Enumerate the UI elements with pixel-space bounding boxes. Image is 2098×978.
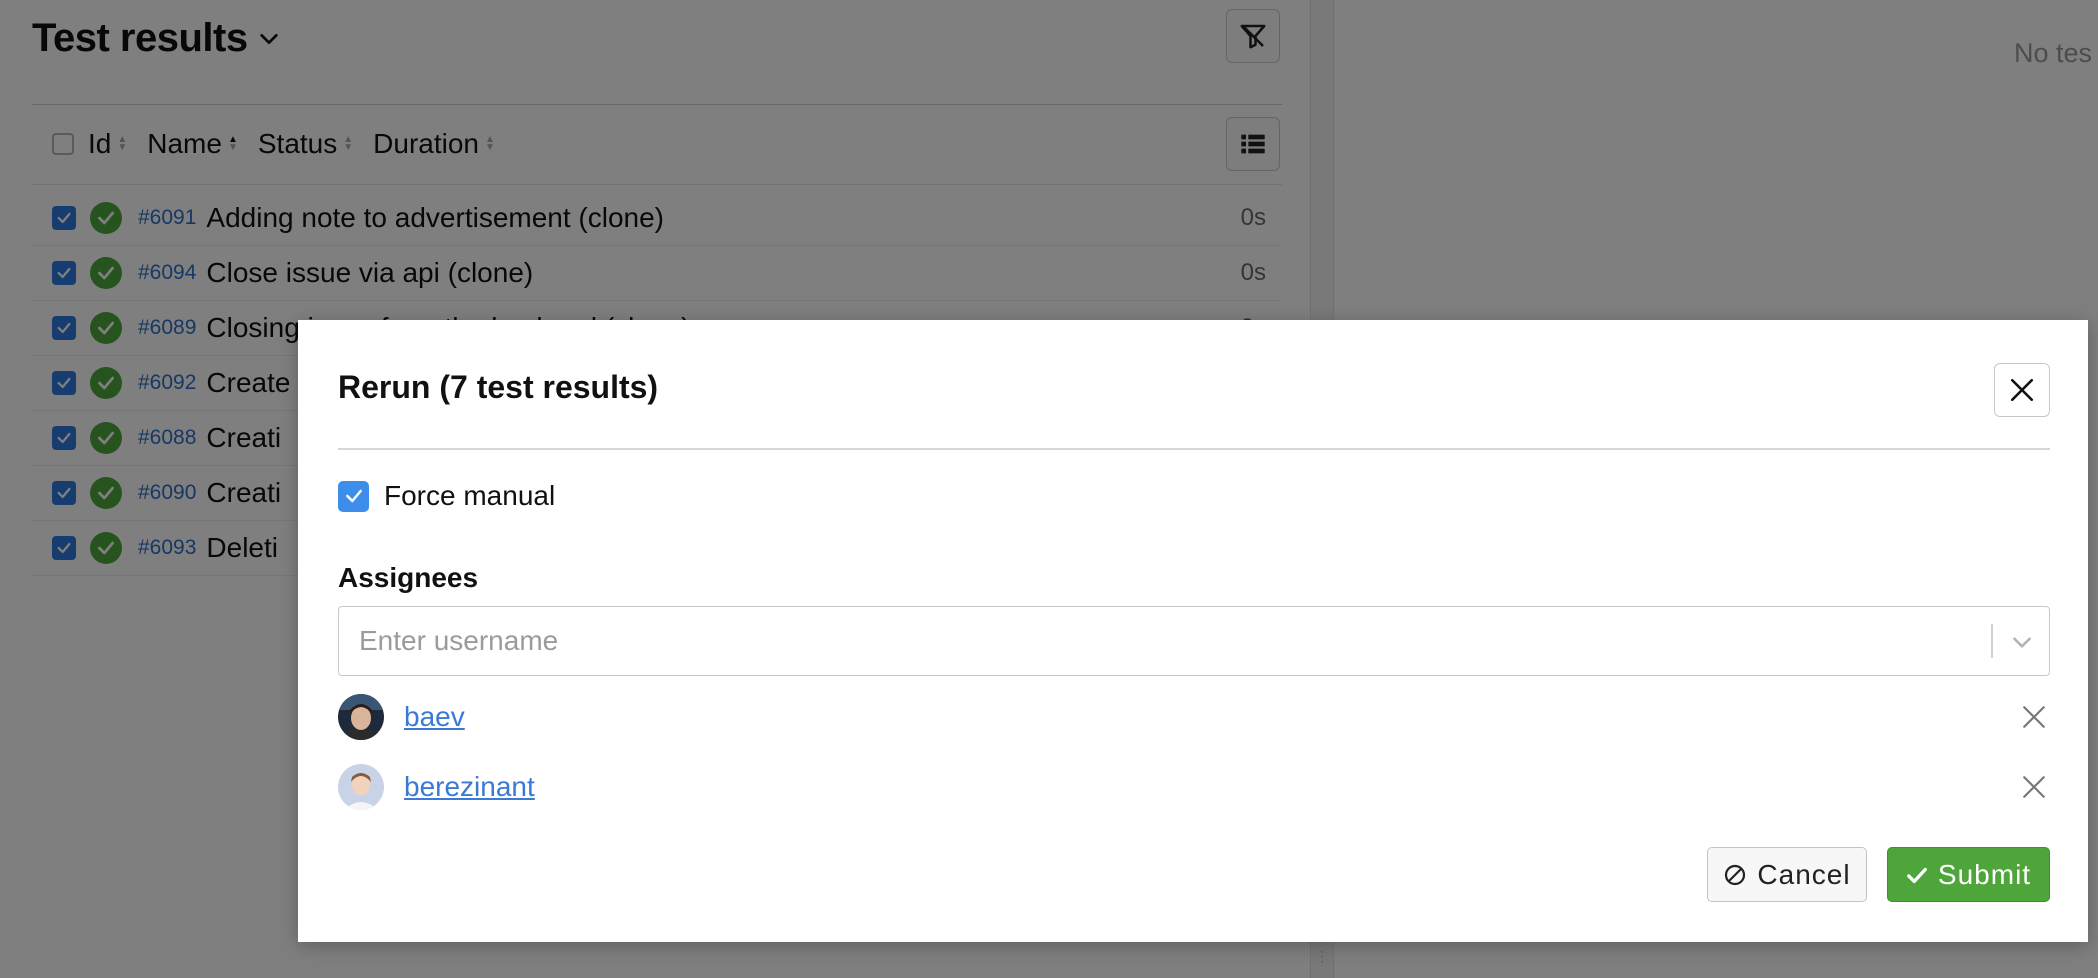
force-manual-option[interactable]: Force manual <box>338 480 555 512</box>
assignee-select[interactable] <box>338 606 2050 676</box>
close-button[interactable] <box>1994 363 2050 417</box>
force-manual-checkbox[interactable] <box>338 480 369 512</box>
divider <box>1991 624 1993 658</box>
submit-button[interactable]: Submit <box>1887 847 2050 902</box>
username-input[interactable] <box>339 607 1979 675</box>
assignee-item: berezinant <box>338 764 535 810</box>
check-icon <box>1907 867 1927 883</box>
modal-title: Rerun (7 test results) <box>338 369 659 405</box>
close-icon <box>2023 706 2045 728</box>
assignee-item: baev <box>338 694 465 740</box>
chevron-down-icon[interactable] <box>2009 629 2035 655</box>
close-icon <box>2010 378 2034 402</box>
cancel-button[interactable]: Cancel <box>1707 847 1867 902</box>
assignees-label: Assignees <box>338 562 479 593</box>
remove-assignee-button[interactable] <box>2018 771 2050 803</box>
remove-assignee-button[interactable] <box>2018 701 2050 733</box>
assignee-link[interactable]: baev <box>404 701 465 733</box>
avatar <box>338 694 384 740</box>
divider <box>338 448 2050 450</box>
avatar <box>338 764 384 810</box>
force-manual-label: Force manual <box>384 480 556 511</box>
assignee-link[interactable]: berezinant <box>404 771 535 803</box>
rerun-modal: Rerun (7 test results) Force manual Assi… <box>298 320 2088 942</box>
ban-icon <box>1725 864 1746 885</box>
close-icon <box>2023 776 2045 798</box>
check-icon <box>345 489 362 503</box>
